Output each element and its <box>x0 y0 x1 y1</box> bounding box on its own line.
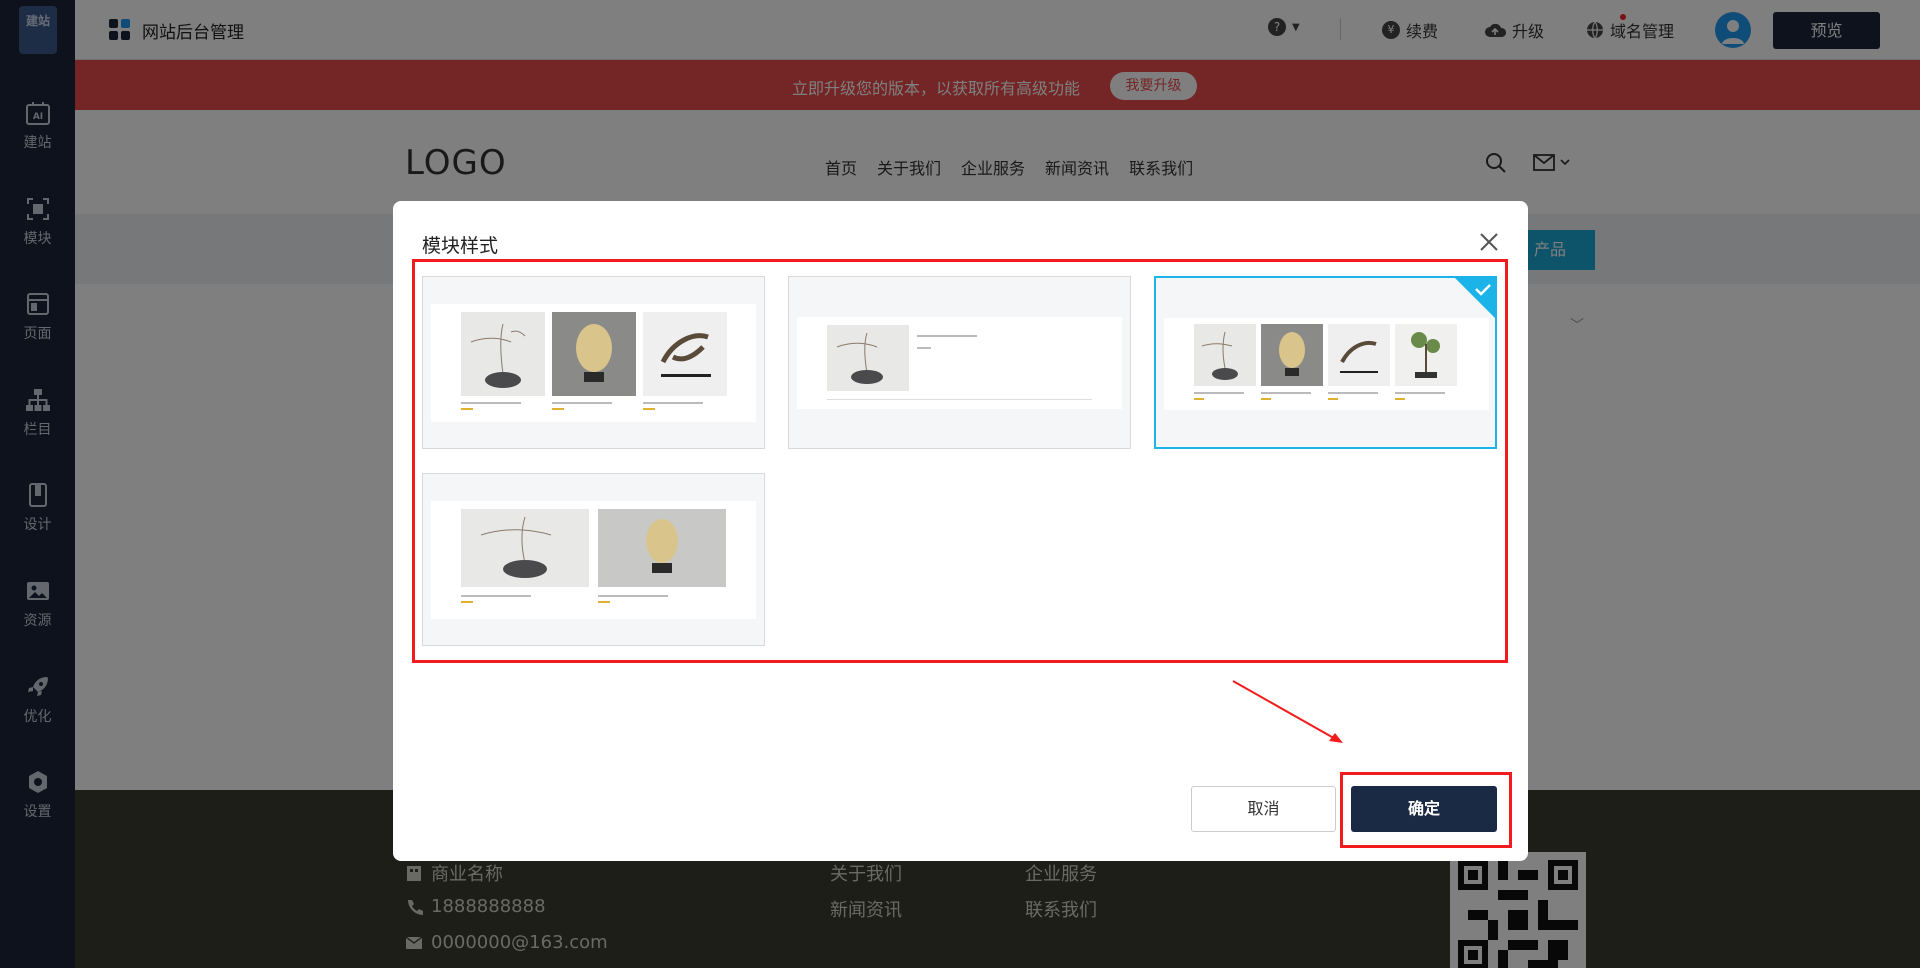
price-line <box>1261 398 1271 400</box>
price-line <box>917 347 931 349</box>
product-image-bonsai <box>1395 324 1457 386</box>
price-line <box>552 408 564 410</box>
style-preview <box>1164 318 1489 410</box>
product-image-root <box>1328 324 1390 386</box>
product-image-vase <box>1194 324 1256 386</box>
price-line <box>598 601 610 603</box>
product-image-vase <box>461 312 545 396</box>
confirm-button[interactable]: 确定 <box>1351 786 1497 832</box>
product-image-vase <box>827 325 909 391</box>
style-option-4[interactable] <box>422 473 765 646</box>
style-option-1[interactable] <box>422 276 765 449</box>
price-line <box>461 601 473 603</box>
style-options-highlight <box>412 259 1508 663</box>
product-image-rock <box>598 509 726 587</box>
caption-line <box>1395 392 1445 394</box>
caption-line <box>643 402 703 404</box>
style-option-3-selected[interactable] <box>1154 276 1497 449</box>
caption-line <box>1261 392 1311 394</box>
caption-line <box>917 335 977 337</box>
caption-line <box>461 402 521 404</box>
product-image-vase <box>461 509 589 587</box>
divider <box>827 399 1092 400</box>
style-preview <box>797 317 1122 409</box>
module-style-dialog: 模块样式 取消 确定 <box>393 201 1528 861</box>
caption-line <box>1328 392 1378 394</box>
cancel-button[interactable]: 取消 <box>1191 786 1336 832</box>
product-image-root <box>643 312 727 396</box>
dialog-title: 模块样式 <box>422 235 499 257</box>
product-image-rock <box>552 312 636 396</box>
style-option-2[interactable] <box>788 276 1131 449</box>
price-line <box>643 408 655 410</box>
style-preview <box>431 501 756 619</box>
style-preview <box>431 304 756 422</box>
product-image-rock <box>1261 324 1323 386</box>
close-icon[interactable] <box>1478 231 1500 253</box>
check-icon <box>1454 277 1496 319</box>
price-line <box>1328 398 1338 400</box>
caption-line <box>1194 392 1244 394</box>
price-line <box>461 408 473 410</box>
caption-line <box>552 402 612 404</box>
caption-line <box>598 595 668 597</box>
arrow-annotation <box>1232 680 1343 743</box>
price-line <box>1395 398 1405 400</box>
price-line <box>1194 398 1204 400</box>
caption-line <box>461 595 531 597</box>
